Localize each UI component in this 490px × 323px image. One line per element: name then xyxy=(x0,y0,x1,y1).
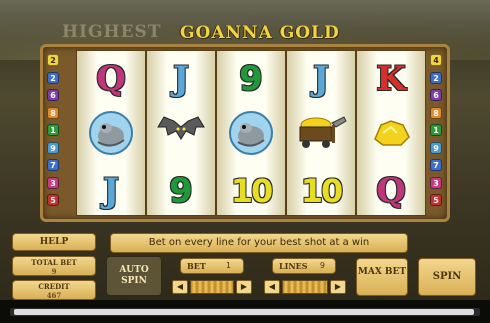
total-bet-label: TOTAL BET xyxy=(31,258,77,267)
auto-spin-label: AUTO SPIN xyxy=(119,265,149,286)
reel-symbol: 10 xyxy=(217,163,285,218)
symbol-label: 10 xyxy=(300,171,344,210)
gold-nugget-icon xyxy=(369,115,413,155)
payline-badge[interactable]: 8 xyxy=(47,106,59,119)
arrow-left-icon: ◀ xyxy=(268,282,276,291)
reel-5: KQ xyxy=(356,50,426,216)
auto-spin-button[interactable]: AUTO SPIN xyxy=(106,256,162,296)
arrow-left-icon: ◀ xyxy=(176,282,184,291)
reel-symbol: 9 xyxy=(147,163,215,218)
symbol-label: 10 xyxy=(230,171,274,210)
symbol-label: 9 xyxy=(169,170,193,211)
arrow-right-icon: ▶ xyxy=(240,282,248,291)
max-bet-button[interactable]: MAX BET xyxy=(356,258,408,296)
reel-3: 9 10 xyxy=(216,50,286,216)
symbol-label: Q xyxy=(376,170,406,211)
payline-badge[interactable]: 8 xyxy=(430,106,442,119)
gold-cart-icon xyxy=(294,113,348,157)
payline-badge[interactable]: 2 xyxy=(430,71,442,84)
reel-symbol: 10 xyxy=(287,163,355,218)
payline-badge[interactable]: 9 xyxy=(47,141,59,154)
spin-button[interactable]: SPIN xyxy=(418,258,476,296)
scrollbar-thumb[interactable] xyxy=(14,309,474,315)
symbol-label: J xyxy=(172,58,190,99)
payline-badge[interactable]: 3 xyxy=(430,176,442,189)
horizontal-scrollbar[interactable] xyxy=(10,308,480,316)
payline-badge[interactable]: 7 xyxy=(47,159,59,171)
lines-value: 9 xyxy=(319,261,325,270)
reel-symbol xyxy=(77,107,145,162)
title-ghost-text: HIGHEST xyxy=(62,22,162,42)
payline-badge[interactable]: 1 xyxy=(430,124,442,136)
reel-symbol xyxy=(287,107,355,162)
payline-badge[interactable]: 4 xyxy=(430,54,442,66)
reel-2: J9 xyxy=(146,50,216,216)
reel-symbol xyxy=(217,107,285,162)
lines-label: LINES xyxy=(279,261,308,271)
payline-badge[interactable]: 1 xyxy=(47,124,59,136)
goanna-icon xyxy=(226,110,276,160)
bet-decrease-button[interactable]: ◀ xyxy=(172,280,188,294)
payline-badge[interactable]: 6 xyxy=(430,89,442,101)
credit-display: CREDIT 467 xyxy=(12,280,96,300)
bet-increase-button[interactable]: ▶ xyxy=(236,280,252,294)
spin-label: SPIN xyxy=(432,271,462,282)
arrow-right-icon: ▶ xyxy=(334,282,342,291)
bat-icon xyxy=(156,113,206,157)
reel-symbol: Q xyxy=(357,163,425,218)
symbol-label: 9 xyxy=(239,58,263,99)
lines-slider[interactable] xyxy=(282,280,328,294)
credit-value: 467 xyxy=(46,291,62,300)
reel-4: J 10 xyxy=(286,50,356,216)
credit-label: CREDIT xyxy=(38,282,70,291)
help-button[interactable]: HELP xyxy=(12,233,96,251)
reel-symbol xyxy=(147,107,215,162)
symbol-label: J xyxy=(312,58,330,99)
symbol-label: J xyxy=(102,170,120,211)
max-bet-label: MAX BET xyxy=(357,267,407,277)
help-label: HELP xyxy=(39,237,69,247)
goanna-icon xyxy=(86,110,136,160)
reel-symbol xyxy=(357,107,425,162)
message-bar: Bet on every line for your best shot at … xyxy=(110,233,408,253)
bet-value: 1 xyxy=(225,261,231,270)
payline-badge[interactable]: 3 xyxy=(47,176,59,189)
total-bet-display: TOTAL BET 9 xyxy=(12,256,96,276)
bet-label: BET xyxy=(187,261,206,271)
payline-badge[interactable]: 5 xyxy=(430,194,442,206)
payline-badge[interactable]: 5 xyxy=(47,194,59,206)
symbol-label: K xyxy=(376,58,406,99)
payline-badge[interactable]: 6 xyxy=(47,89,59,101)
payline-badge[interactable]: 2 xyxy=(47,71,59,84)
total-bet-value: 9 xyxy=(51,267,57,276)
reel-1: QJ xyxy=(76,50,146,216)
bet-slider[interactable] xyxy=(190,280,234,294)
symbol-label: Q xyxy=(96,58,126,99)
game-title: GOANNA GOLD xyxy=(180,23,340,43)
payline-badge[interactable]: 9 xyxy=(430,141,442,154)
lines-display: LINES 9 xyxy=(272,258,336,274)
payline-badge[interactable]: 7 xyxy=(430,159,442,171)
reel-symbol: J xyxy=(287,51,355,106)
bet-display: BET 1 xyxy=(180,258,244,274)
game-title-bar: HIGHEST GOANNA GOLD xyxy=(40,20,450,46)
lines-decrease-button[interactable]: ◀ xyxy=(264,280,280,294)
reel-symbol: Q xyxy=(77,51,145,106)
message-text: Bet on every line for your best shot at … xyxy=(148,237,370,248)
reel-symbol: J xyxy=(147,51,215,106)
lines-increase-button[interactable]: ▶ xyxy=(330,280,346,294)
game-scene: HIGHEST GOANNA GOLD Q J J 9 9 10 J 10 K Q 2268197… xyxy=(0,0,490,323)
payline-badge[interactable]: 2 xyxy=(47,54,59,66)
reel-symbol: J xyxy=(77,163,145,218)
reel-symbol: K xyxy=(357,51,425,106)
reel-symbol: 9 xyxy=(217,51,285,106)
